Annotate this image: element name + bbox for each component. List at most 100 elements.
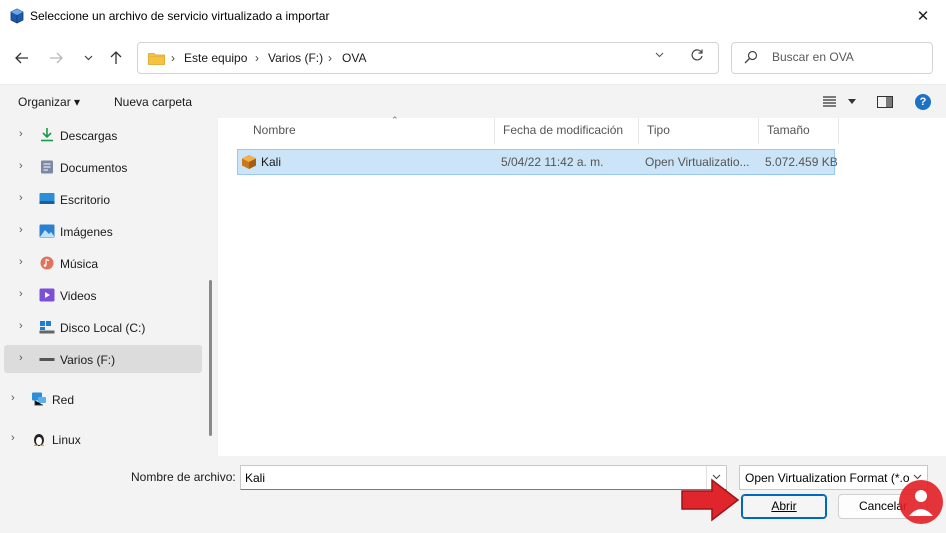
breadcrumb-ova[interactable]: OVA bbox=[342, 51, 366, 65]
file-modified: 5/04/22 11:42 a. m. bbox=[501, 155, 604, 169]
music-icon bbox=[40, 256, 54, 270]
sidebar-item-imagenes[interactable]: › Imágenes bbox=[4, 217, 202, 245]
dialog-footer: Nombre de archivo: Kali Open Virtualizat… bbox=[0, 456, 946, 533]
breadcrumb-separator: › bbox=[328, 51, 332, 65]
refresh-button[interactable] bbox=[690, 48, 704, 66]
filename-label: Nombre de archivo: bbox=[131, 470, 236, 484]
chevron-down-icon bbox=[655, 52, 664, 58]
caret-down-icon bbox=[848, 99, 856, 104]
sidebar-item-label: Disco Local (C:) bbox=[60, 321, 146, 335]
address-row: › Este equipo › Varios (F:) › OVA bbox=[0, 32, 946, 84]
sidebar-item-label: Linux bbox=[52, 433, 81, 447]
breadcrumb-varios[interactable]: Varios (F:) bbox=[268, 51, 323, 65]
desktop-icon bbox=[39, 193, 55, 204]
chevron-right-icon[interactable]: › bbox=[19, 256, 23, 268]
open-button[interactable]: Abrir bbox=[741, 494, 827, 519]
sidebar-item-label: Imágenes bbox=[60, 225, 113, 239]
refresh-icon bbox=[691, 49, 703, 61]
sidebar-item-escritorio[interactable]: › Escritorio bbox=[4, 185, 202, 213]
drive-f-icon bbox=[39, 358, 55, 361]
sidebar-item-musica[interactable]: › Música bbox=[4, 249, 202, 277]
column-header-type[interactable]: Tipo bbox=[639, 118, 759, 144]
videos-icon bbox=[39, 288, 55, 302]
column-header-size[interactable]: Tamaño bbox=[759, 118, 839, 144]
sidebar-item-linux[interactable]: › Linux bbox=[0, 425, 194, 453]
column-header-label: Fecha de modificación bbox=[503, 123, 624, 137]
file-type: Open Virtualizatio... bbox=[645, 155, 750, 169]
open-button-label: Abrir bbox=[771, 499, 797, 513]
chevron-right-icon[interactable]: › bbox=[11, 392, 15, 404]
new-folder-button[interactable]: Nueva carpeta bbox=[114, 95, 192, 109]
chevron-down-icon bbox=[84, 55, 92, 61]
search-input[interactable] bbox=[772, 50, 922, 64]
linux-icon bbox=[34, 434, 44, 446]
sidebar-item-label: Red bbox=[52, 393, 75, 407]
organize-button[interactable]: Organizar ▾ bbox=[18, 95, 80, 109]
file-size: 5.072.459 KB bbox=[765, 155, 838, 169]
documents-icon bbox=[41, 160, 53, 174]
breadcrumb-separator: › bbox=[171, 51, 175, 65]
column-header-label: Tipo bbox=[647, 123, 670, 137]
chevron-right-icon[interactable]: › bbox=[19, 320, 23, 332]
sidebar-item-label: Escritorio bbox=[60, 193, 111, 207]
download-icon bbox=[41, 128, 53, 142]
filename-field[interactable]: Kali bbox=[240, 465, 727, 490]
column-header-label: Nombre bbox=[253, 123, 296, 137]
chevron-right-icon[interactable]: › bbox=[11, 432, 15, 444]
file-row-kali[interactable]: Kali 5/04/22 11:42 a. m. Open Virtualiza… bbox=[237, 149, 838, 175]
command-toolbar: Organizar ▾ Nueva carpeta ? bbox=[0, 84, 946, 118]
title-bar: Seleccione un archivo de servicio virtua… bbox=[0, 0, 946, 32]
sidebar-item-disco-local[interactable]: › Disco Local (C:) bbox=[4, 313, 202, 341]
view-options-button[interactable] bbox=[823, 94, 836, 110]
forward-arrow-icon bbox=[50, 52, 63, 64]
search-box[interactable] bbox=[731, 42, 933, 74]
breadcrumb-separator: › bbox=[255, 51, 259, 65]
file-name: Kali bbox=[261, 155, 282, 169]
chevron-right-icon[interactable]: › bbox=[19, 224, 23, 236]
close-button[interactable]: ✕ bbox=[900, 0, 946, 32]
virtualbox-app-icon bbox=[10, 8, 24, 24]
chevron-right-icon[interactable]: › bbox=[19, 128, 23, 140]
search-icon bbox=[744, 50, 758, 64]
chevron-right-icon[interactable]: › bbox=[19, 288, 23, 300]
help-button[interactable]: ? bbox=[915, 94, 931, 110]
drive-c-icon bbox=[39, 321, 55, 334]
window-title: Seleccione un archivo de servicio virtua… bbox=[30, 9, 330, 23]
filename-value: Kali bbox=[245, 471, 266, 485]
sidebar-item-documentos[interactable]: › Documentos bbox=[4, 153, 202, 181]
view-dropdown-button[interactable] bbox=[848, 96, 856, 106]
watermark-logo bbox=[899, 480, 943, 524]
preview-pane-button[interactable] bbox=[877, 96, 893, 108]
folder-icon bbox=[148, 53, 165, 65]
sidebar-item-descargas[interactable]: › Descargas bbox=[4, 121, 202, 149]
sidebar-item-label: Descargas bbox=[60, 129, 118, 143]
chevron-right-icon[interactable]: › bbox=[19, 352, 23, 364]
navigation-scrollbar[interactable] bbox=[209, 280, 212, 436]
sidebar-item-videos[interactable]: › Videos bbox=[4, 281, 202, 309]
list-view-icon bbox=[823, 96, 836, 107]
close-icon: ✕ bbox=[916, 8, 930, 25]
column-header-name[interactable]: Nombre ⌃ bbox=[245, 115, 495, 144]
column-header-modified[interactable]: Fecha de modificación bbox=[495, 118, 639, 144]
forward-button[interactable] bbox=[44, 46, 68, 70]
recent-locations-button[interactable] bbox=[76, 46, 100, 70]
address-bar[interactable]: › Este equipo › Varios (F:) › OVA bbox=[137, 42, 719, 74]
chevron-right-icon[interactable]: › bbox=[19, 192, 23, 204]
navigation-pane: › Descargas › Documentos › Escritorio › … bbox=[0, 118, 218, 456]
chevron-right-icon[interactable]: › bbox=[19, 160, 23, 172]
back-arrow-icon bbox=[15, 52, 28, 64]
sidebar-item-label: Documentos bbox=[60, 161, 128, 175]
column-header-label: Tamaño bbox=[767, 123, 810, 137]
sidebar-item-label: Videos bbox=[60, 289, 97, 303]
red-arrow-annotation bbox=[681, 478, 740, 522]
breadcrumb-este-equipo[interactable]: Este equipo bbox=[184, 51, 247, 65]
sort-up-icon: ⌃ bbox=[391, 115, 399, 125]
back-button[interactable] bbox=[10, 46, 34, 70]
pictures-icon bbox=[39, 224, 55, 238]
sidebar-item-red[interactable]: › Red bbox=[0, 385, 194, 413]
sidebar-item-label: Música bbox=[60, 257, 99, 271]
address-history-button[interactable] bbox=[655, 50, 664, 61]
sidebar-item-varios[interactable]: › Varios (F:) bbox=[4, 345, 202, 373]
network-icon bbox=[32, 392, 46, 406]
up-button[interactable] bbox=[104, 46, 128, 70]
